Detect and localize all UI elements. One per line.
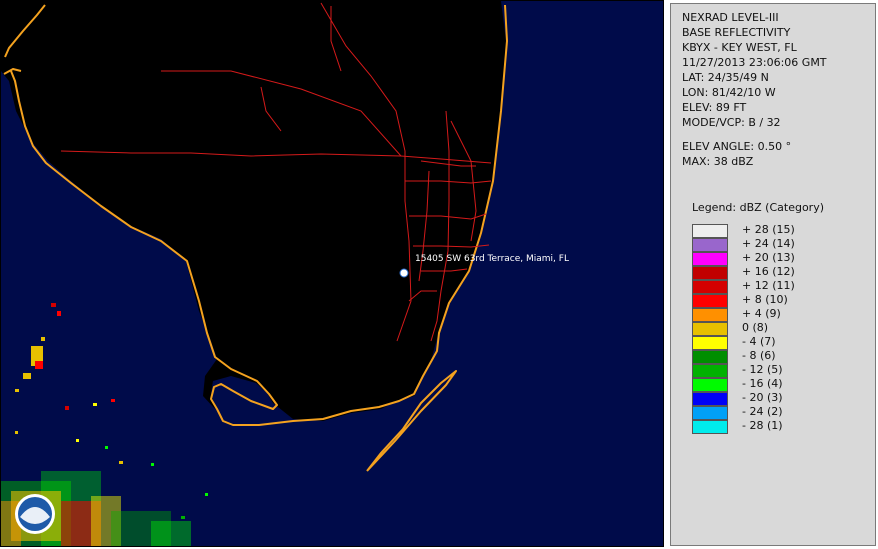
legend-title: Legend: dBZ (Category)	[692, 201, 824, 214]
legend-swatch	[692, 420, 728, 434]
legend-label: + 20 (13)	[742, 251, 795, 264]
legend-label: - 12 (5)	[742, 363, 783, 376]
legend-label: - 8 (6)	[742, 349, 776, 362]
longitude-line: LON: 81/42/10 W	[682, 86, 776, 99]
noaa-logo	[15, 494, 55, 534]
legend-swatch	[692, 364, 728, 378]
latitude-line: LAT: 24/35/49 N	[682, 71, 769, 84]
timestamp-line: 11/27/2013 23:06:06 GMT	[682, 56, 827, 69]
legend-label: + 4 (9)	[742, 307, 781, 320]
legend-swatch	[692, 322, 728, 336]
legend-swatch	[692, 280, 728, 294]
legend-label: + 24 (14)	[742, 237, 795, 250]
legend-label: - 20 (3)	[742, 391, 783, 404]
legend-label: + 28 (15)	[742, 223, 795, 236]
legend-swatch	[692, 252, 728, 266]
info-panel: NEXRAD LEVEL-III BASE REFLECTIVITY KBYX …	[670, 3, 876, 546]
product-line-2: BASE REFLECTIVITY	[682, 26, 791, 39]
legend-label: - 24 (2)	[742, 405, 783, 418]
radar-map[interactable]: 15405 SW 63rd Terrace, Miami, FL	[0, 0, 664, 547]
legend-label: + 8 (10)	[742, 293, 788, 306]
legend-swatch	[692, 294, 728, 308]
legend-label: 0 (8)	[742, 321, 769, 334]
max-line: MAX: 38 dBZ	[682, 155, 754, 168]
elevation-line: ELEV: 89 FT	[682, 101, 747, 114]
location-marker[interactable]	[399, 268, 409, 278]
legend-label: - 28 (1)	[742, 419, 783, 432]
station-line: KBYX - KEY WEST, FL	[682, 41, 797, 54]
legend-swatch	[692, 224, 728, 238]
elev-angle-line: ELEV ANGLE: 0.50 °	[682, 140, 792, 153]
legend-swatch	[692, 238, 728, 252]
legend-label: - 4 (7)	[742, 335, 776, 348]
radar-map-canvas[interactable]	[1, 1, 664, 547]
location-label: 15405 SW 63rd Terrace, Miami, FL	[415, 254, 569, 264]
legend-swatch	[692, 406, 728, 420]
legend-swatch	[692, 378, 728, 392]
legend-label: + 12 (11)	[742, 279, 795, 292]
legend-swatch	[692, 392, 728, 406]
legend-label: - 16 (4)	[742, 377, 783, 390]
legend-label: + 16 (12)	[742, 265, 795, 278]
legend-swatch	[692, 308, 728, 322]
mode-vcp-line: MODE/VCP: B / 32	[682, 116, 781, 129]
legend-swatch	[692, 336, 728, 350]
legend-swatch	[692, 266, 728, 280]
land-mass	[1, 1, 506, 421]
legend-swatch	[692, 350, 728, 364]
product-line-1: NEXRAD LEVEL-III	[682, 11, 779, 24]
